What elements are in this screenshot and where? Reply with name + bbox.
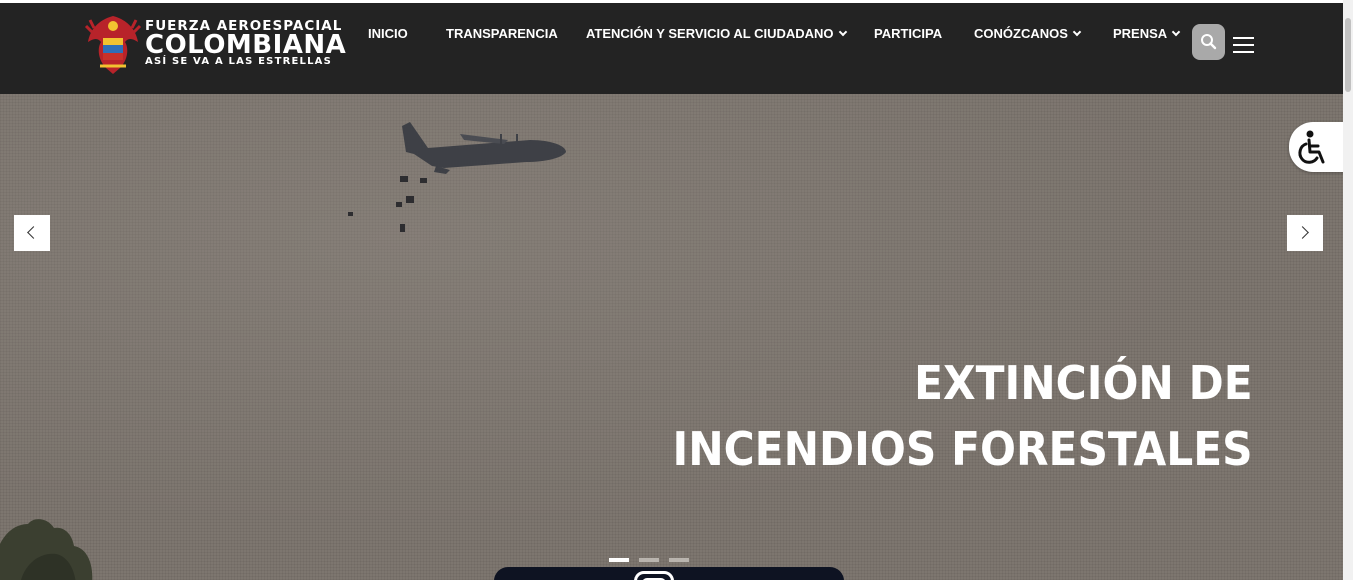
nav-item-participa[interactable]: PARTICIPA	[874, 26, 942, 41]
nav-item-transparencia[interactable]: TRANSPARENCIA	[446, 26, 558, 41]
carousel-indicator-2[interactable]	[639, 558, 659, 562]
wheelchair-accessibility-icon	[1298, 130, 1325, 164]
chevron-down-icon	[838, 27, 847, 37]
hero-title-line-1: EXTINCIÓN DE	[914, 356, 1253, 410]
carousel-next-button[interactable]	[1287, 215, 1323, 251]
nav-label: CONÓZCANOS	[974, 26, 1068, 41]
nav-item-inicio[interactable]: INICIO	[368, 26, 408, 41]
chevron-down-icon	[1171, 27, 1181, 37]
hero-title-line-2: INCENDIOS FORESTALES	[672, 422, 1253, 476]
nav-label: ATENCIÓN Y SERVICIO AL CIUDADANO	[586, 26, 834, 41]
nav-label: PARTICIPA	[874, 26, 943, 41]
site-logo[interactable]: FUERZA AEROESPACIAL COLOMBIANA ASÍ SE VA…	[84, 12, 346, 76]
tree-foliage-image	[0, 519, 93, 580]
hamburger-line	[1233, 51, 1254, 53]
nav-item-conozcanos[interactable]: CONÓZCANOS	[974, 26, 1082, 41]
logo-line-2: COLOMBIANA	[145, 29, 347, 60]
hamburger-menu-button[interactable]	[1233, 37, 1255, 55]
nav-label: TRANSPARENCIA	[446, 26, 558, 41]
quick-access-icon	[634, 571, 674, 580]
carousel-indicator-1[interactable]	[609, 558, 629, 562]
scrollbar-thumb[interactable]	[1345, 18, 1351, 92]
bottom-quick-access-bar[interactable]	[494, 567, 844, 580]
logo-line-3: ASÍ SE VA A LAS ESTRELLAS	[145, 55, 333, 67]
chevron-down-icon	[1072, 27, 1082, 37]
carousel-prev-button[interactable]	[14, 215, 50, 251]
search-button[interactable]	[1192, 24, 1225, 60]
nav-label: PRENSA	[1113, 26, 1168, 41]
hero-title: EXTINCIÓN DE INCENDIOS FORESTALES	[673, 350, 1253, 482]
nav-label: INICIO	[368, 26, 408, 41]
nav-item-prensa[interactable]: PRENSA	[1113, 26, 1181, 41]
carousel-indicator-3[interactable]	[669, 558, 689, 562]
coat-of-arms-icon	[84, 16, 142, 74]
search-icon	[1201, 34, 1217, 50]
accessibility-button[interactable]	[1289, 122, 1347, 172]
chevron-left-icon	[27, 226, 40, 239]
aircraft-image	[348, 122, 566, 232]
site-header: FUERZA AEROESPACIAL COLOMBIANA ASÍ SE VA…	[0, 3, 1343, 94]
hero-carousel[interactable]: EXTINCIÓN DE INCENDIOS FORESTALES	[0, 94, 1343, 580]
hamburger-line	[1233, 44, 1254, 46]
logo-wordmark: FUERZA AEROESPACIAL COLOMBIANA ASÍ SE VA…	[145, 19, 347, 67]
hamburger-menu-icon	[1233, 37, 1254, 39]
chevron-right-icon	[1296, 226, 1309, 239]
nav-item-atencion-ciudadano[interactable]: ATENCIÓN Y SERVICIO AL CIUDADANO	[586, 26, 847, 41]
